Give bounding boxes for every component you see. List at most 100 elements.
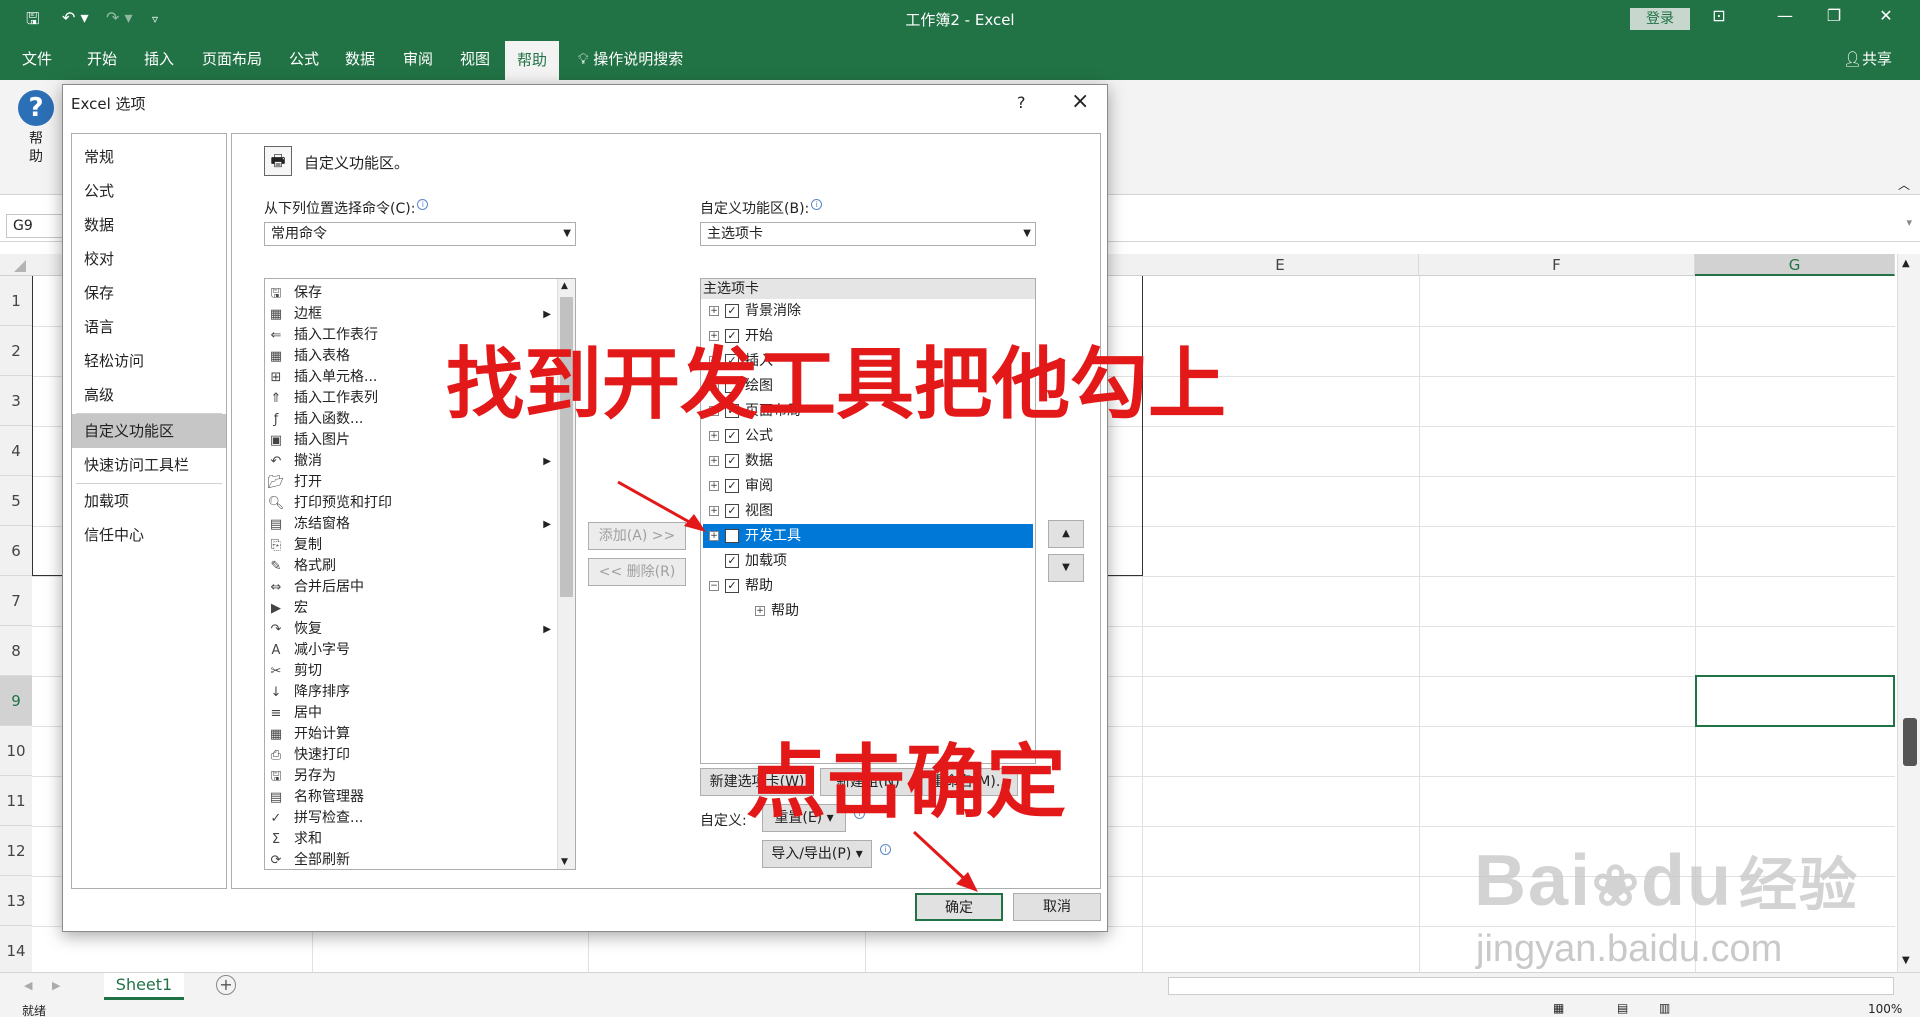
cancel-button[interactable]: 取消 (1013, 893, 1101, 921)
tab-data[interactable]: 数据 (345, 38, 375, 80)
row-header-5[interactable]: 5 (0, 476, 32, 526)
row-header-14[interactable]: 14 (0, 926, 32, 976)
row-header-7[interactable]: 7 (0, 576, 32, 626)
remove-button[interactable]: << 删除(R) (588, 558, 686, 586)
command-item[interactable]: 🔍︎ 打印预览和打印 (267, 493, 557, 514)
column-header-f[interactable]: F (1419, 254, 1695, 276)
tell-me-search[interactable]: 💡︎ 操作说明搜索 (578, 38, 683, 80)
checkbox[interactable]: ✓ (725, 579, 739, 593)
checkbox[interactable]: ✓ (725, 479, 739, 493)
import-export-button[interactable]: 导入/导出(P) ▾ (762, 840, 872, 868)
command-item[interactable]: ⎘ 复制 (267, 535, 557, 556)
row-header-12[interactable]: 12 (0, 826, 32, 876)
restore-icon[interactable]: ❐ (1820, 6, 1848, 30)
move-down-button[interactable]: ▼ (1048, 554, 1084, 582)
zoom-level[interactable]: 100% (1868, 1002, 1902, 1016)
tab-insert[interactable]: 插入 (144, 38, 174, 80)
scroll-up-icon[interactable]: ▲ (561, 281, 568, 291)
tree-item[interactable]: + 帮助 (749, 599, 1033, 623)
checkbox[interactable]: ✓ (725, 304, 739, 318)
tree-item[interactable]: − ✓ 帮助 (703, 574, 1033, 598)
command-item[interactable]: ↶ 撤消 ▶ (267, 451, 557, 472)
tree-item[interactable]: + ✓ 数据 (703, 449, 1033, 473)
scroll-down-icon[interactable]: ▼ (1902, 955, 1910, 966)
help-icon[interactable]: ? (18, 90, 54, 126)
tab-file[interactable]: 文件 (22, 38, 52, 80)
command-item[interactable]: ↷ 恢复 ▶ (267, 619, 557, 640)
command-item[interactable]: ✂ 剪切 (267, 661, 557, 682)
command-item[interactable]: Σ 求和 (267, 829, 557, 850)
tab-help[interactable]: 帮助 (505, 38, 559, 80)
row-header-1[interactable]: 1 (0, 276, 32, 326)
nav-item-3[interactable]: 校对 (72, 242, 226, 276)
expand-icon[interactable]: + (755, 606, 765, 616)
expand-icon[interactable]: + (709, 306, 719, 316)
command-item[interactable]: ⎙ 快速打印 (267, 745, 557, 766)
command-item[interactable]: ▤ 冻结窗格 ▶ (267, 514, 557, 535)
command-item[interactable]: ▦ 开始计算 (267, 724, 557, 745)
share-button[interactable]: 👤︎共享 (1843, 38, 1892, 80)
name-box[interactable]: G9 (6, 214, 66, 238)
row-header-4[interactable]: 4 (0, 426, 32, 476)
vertical-scrollbar[interactable] (1897, 254, 1920, 972)
command-item[interactable]: ↓ 降序排序 (267, 682, 557, 703)
scroll-down-icon[interactable]: ▼ (561, 857, 568, 867)
login-button[interactable]: 登录 (1630, 8, 1690, 30)
tab-home[interactable]: 开始 (87, 38, 117, 80)
row-header-6[interactable]: 6 (0, 526, 32, 576)
select-all-icon[interactable] (14, 260, 26, 272)
row-header-8[interactable]: 8 (0, 626, 32, 676)
command-item[interactable]: 🖫 另存为 (267, 766, 557, 787)
column-header-e[interactable]: E (1142, 254, 1419, 276)
sheet-tab-sheet1[interactable]: Sheet1 (104, 973, 184, 1000)
row-header-2[interactable]: 2 (0, 326, 32, 376)
horizontal-scrollbar[interactable] (1168, 977, 1894, 995)
nav-item-4[interactable]: 保存 (72, 276, 226, 310)
nav-item-8[interactable]: 自定义功能区 (72, 414, 226, 448)
scroll-up-icon[interactable]: ▲ (1902, 258, 1910, 269)
add-sheet-icon[interactable]: + (216, 975, 236, 995)
tab-view[interactable]: 视图 (460, 38, 490, 80)
prev-sheet-icon[interactable]: ◀ (24, 979, 32, 992)
normal-view-icon[interactable]: ▦ (1553, 1001, 1564, 1015)
expand-formula-icon[interactable]: ▾ (1906, 216, 1912, 229)
tree-item[interactable]: + ✓ 背景消除 (703, 299, 1033, 323)
row-header-10[interactable]: 10 (0, 726, 32, 776)
checkbox[interactable]: ✓ (725, 554, 739, 568)
scroll-thumb[interactable] (1903, 718, 1917, 766)
page-break-view-icon[interactable]: ▥ (1659, 1001, 1670, 1015)
nav-item-2[interactable]: 数据 (72, 208, 226, 242)
command-item[interactable]: ✓ 拼写检查... (267, 808, 557, 829)
minimize-icon[interactable]: — (1771, 6, 1799, 30)
tab-formulas[interactable]: 公式 (289, 38, 319, 80)
command-item[interactable]: 📂︎ 打开 (267, 472, 557, 493)
column-header-g[interactable]: G (1695, 254, 1895, 276)
tree-item[interactable]: + ✓ 审阅 (703, 474, 1033, 498)
nav-item-1[interactable]: 公式 (72, 174, 226, 208)
next-sheet-icon[interactable]: ▶ (52, 979, 60, 992)
customize-ribbon-dropdown[interactable]: 主选项卡 ▼ (700, 222, 1036, 246)
row-header-13[interactable]: 13 (0, 876, 32, 926)
nav-item-6[interactable]: 轻松访问 (72, 344, 226, 378)
dialog-help-button[interactable]: ? (1017, 93, 1026, 112)
command-item[interactable]: A 减小字号 (267, 640, 557, 661)
row-header-9[interactable]: 9 (0, 676, 32, 726)
command-item[interactable]: ▤ 名称管理器 (267, 787, 557, 808)
tab-page-layout[interactable]: 页面布局 (202, 38, 262, 80)
nav-item-0[interactable]: 常规 (72, 140, 226, 174)
tree-item[interactable]: ✓ 加载项 (703, 549, 1033, 573)
move-up-button[interactable]: ▲ (1048, 520, 1084, 548)
checkbox[interactable]: ✓ (725, 529, 739, 543)
expand-icon[interactable]: + (709, 456, 719, 466)
collapse-icon[interactable]: − (709, 581, 719, 591)
nav-item-5[interactable]: 语言 (72, 310, 226, 344)
ribbon-display-icon[interactable]: ⊡ (1705, 6, 1733, 30)
active-cell-g9[interactable] (1695, 675, 1895, 727)
command-item[interactable]: ▶ 宏 (267, 598, 557, 619)
nav-item-10[interactable]: 加载项 (72, 484, 226, 518)
close-window-icon[interactable]: ✕ (1872, 6, 1900, 30)
tab-review[interactable]: 审阅 (403, 38, 433, 80)
row-header-3[interactable]: 3 (0, 376, 32, 426)
dialog-close-button[interactable]: × (1071, 89, 1089, 114)
checkbox[interactable]: ✓ (725, 454, 739, 468)
